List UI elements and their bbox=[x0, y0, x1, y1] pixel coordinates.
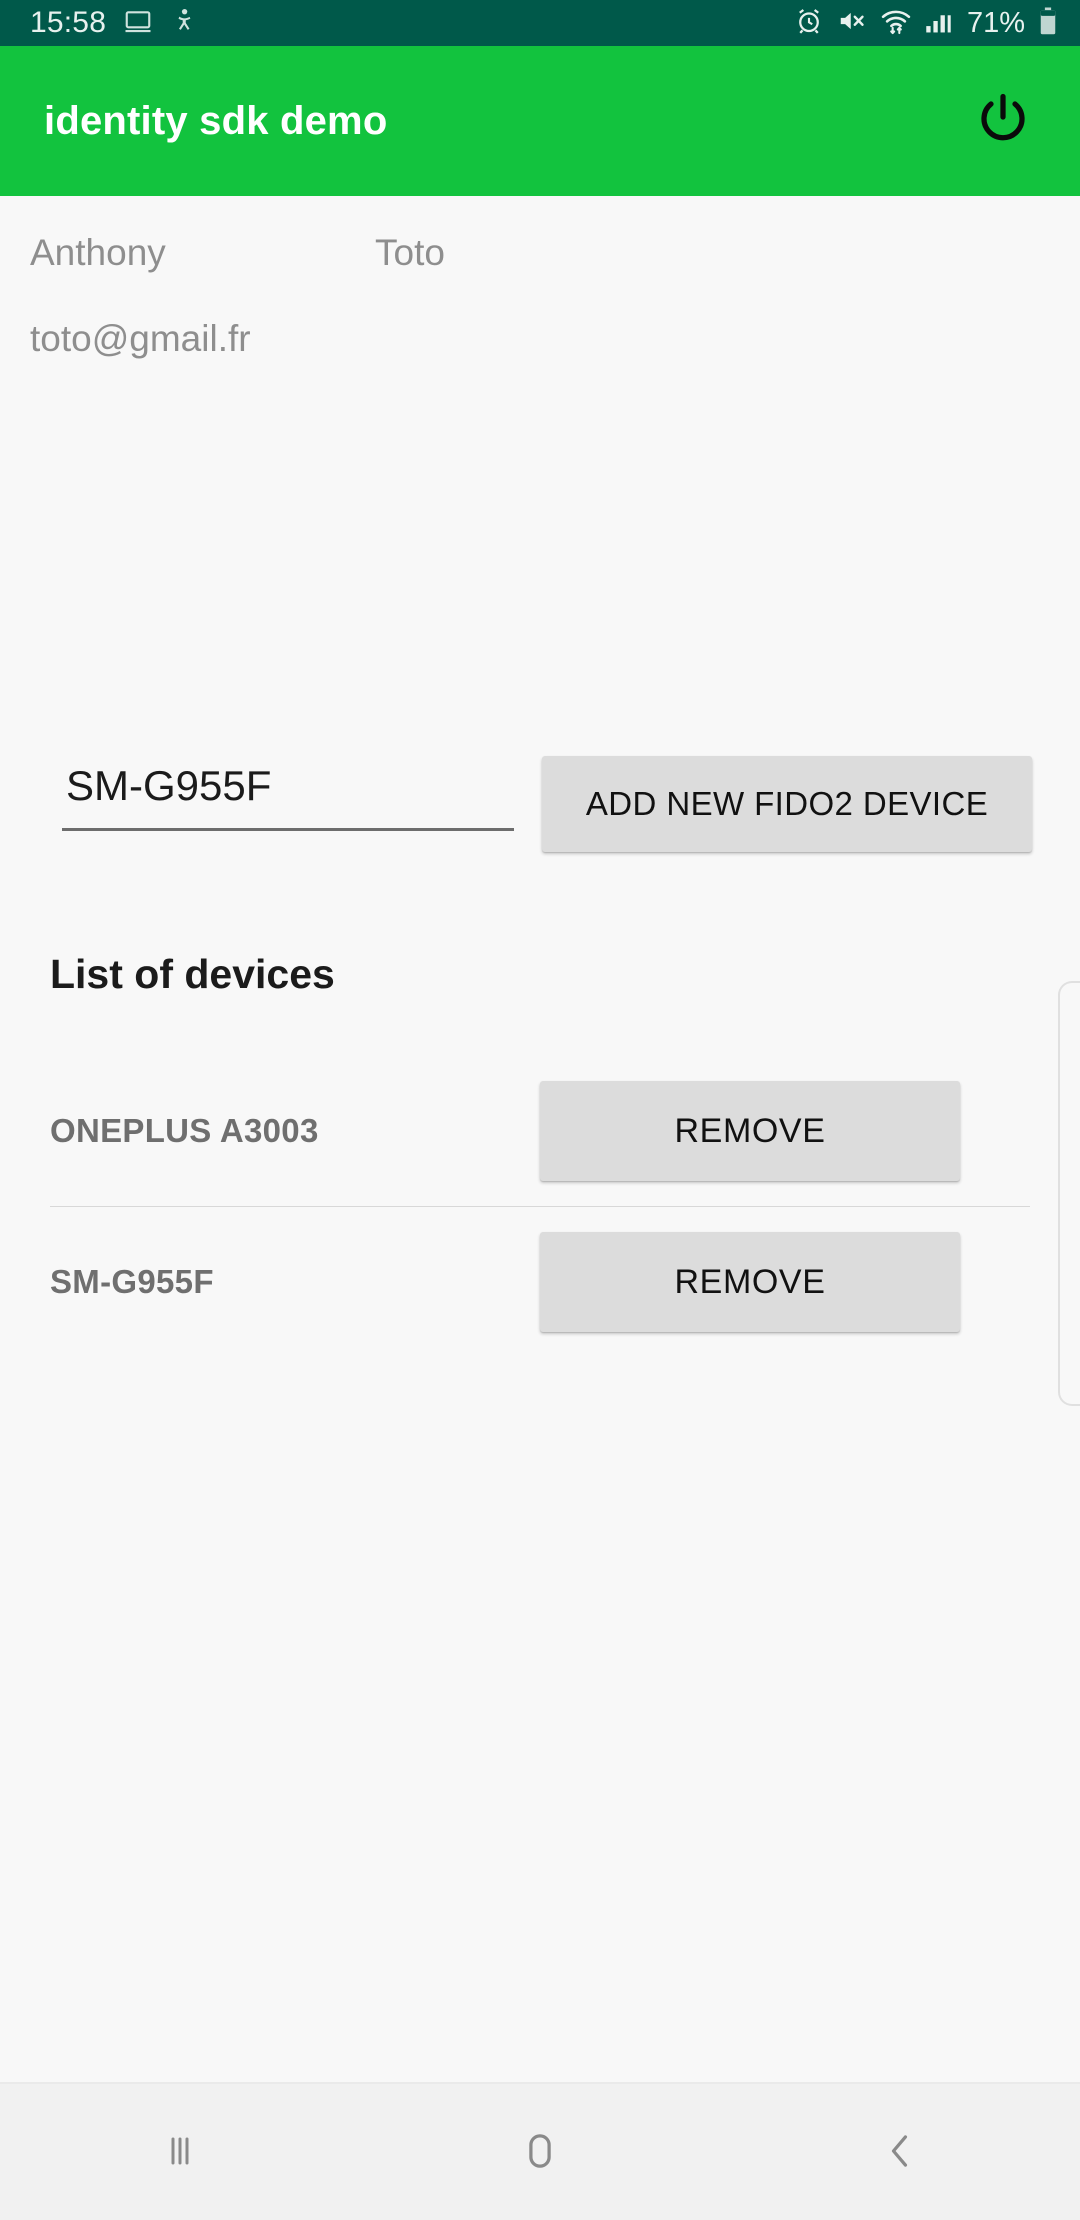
devices-list-heading: List of devices bbox=[50, 951, 335, 997]
table-row: ONEPLUS A3003 REMOVE bbox=[0, 1056, 1080, 1206]
remove-device-button[interactable]: REMOVE bbox=[540, 1232, 960, 1332]
app-bar: identity sdk demo bbox=[0, 46, 1080, 196]
battery-icon bbox=[1038, 6, 1058, 41]
user-name-row: Anthony Toto bbox=[0, 232, 1080, 274]
mute-icon bbox=[837, 6, 867, 41]
accessibility-icon bbox=[170, 6, 198, 41]
signal-icon bbox=[925, 7, 953, 40]
user-last-name: Toto bbox=[375, 232, 445, 273]
add-device-row: ADD NEW FIDO2 DEVICE bbox=[0, 756, 1080, 852]
status-bar-right: 71% bbox=[794, 6, 1058, 41]
user-info-section: Anthony Toto toto@gmail.fr bbox=[0, 196, 1080, 360]
main-content: Anthony Toto toto@gmail.fr ADD NEW FIDO2… bbox=[0, 196, 1080, 2082]
screen-mirror-icon bbox=[123, 6, 153, 41]
battery-percent-label: 71% bbox=[966, 6, 1025, 39]
home-button[interactable] bbox=[360, 2084, 720, 2220]
back-icon bbox=[874, 2125, 926, 2180]
remove-device-button[interactable]: REMOVE bbox=[540, 1081, 960, 1181]
alarm-icon bbox=[794, 6, 824, 41]
status-bar-left: 15:58 bbox=[30, 6, 198, 41]
home-icon bbox=[514, 2125, 566, 2180]
user-first-name: Anthony bbox=[30, 232, 166, 273]
device-name-input[interactable] bbox=[62, 762, 514, 831]
add-new-fido2-device-button[interactable]: ADD NEW FIDO2 DEVICE bbox=[542, 756, 1032, 852]
page-title: identity sdk demo bbox=[44, 98, 388, 143]
status-clock: 15:58 bbox=[30, 6, 107, 39]
device-name-label: SM-G955F bbox=[50, 1263, 214, 1300]
android-navigation-bar bbox=[0, 2082, 1080, 2220]
user-email: toto@gmail.fr bbox=[30, 318, 251, 359]
scrollbar[interactable] bbox=[1058, 981, 1080, 1406]
device-name-label: ONEPLUS A3003 bbox=[50, 1112, 319, 1149]
recents-icon bbox=[156, 2127, 204, 2178]
device-input-wrapper bbox=[62, 756, 514, 831]
power-icon bbox=[973, 90, 1033, 153]
status-bar: 15:58 71% bbox=[0, 0, 1080, 46]
phone-screen: 15:58 71% identity sdk demo Anthony Toto… bbox=[0, 0, 1080, 2220]
devices-list: ONEPLUS A3003 REMOVE SM-G955F REMOVE bbox=[0, 1056, 1080, 1357]
back-button[interactable] bbox=[720, 2084, 1080, 2220]
logout-button[interactable] bbox=[964, 82, 1042, 160]
recents-button[interactable] bbox=[0, 2084, 360, 2220]
table-row: SM-G955F REMOVE bbox=[0, 1207, 1080, 1357]
wifi-icon bbox=[880, 6, 912, 41]
